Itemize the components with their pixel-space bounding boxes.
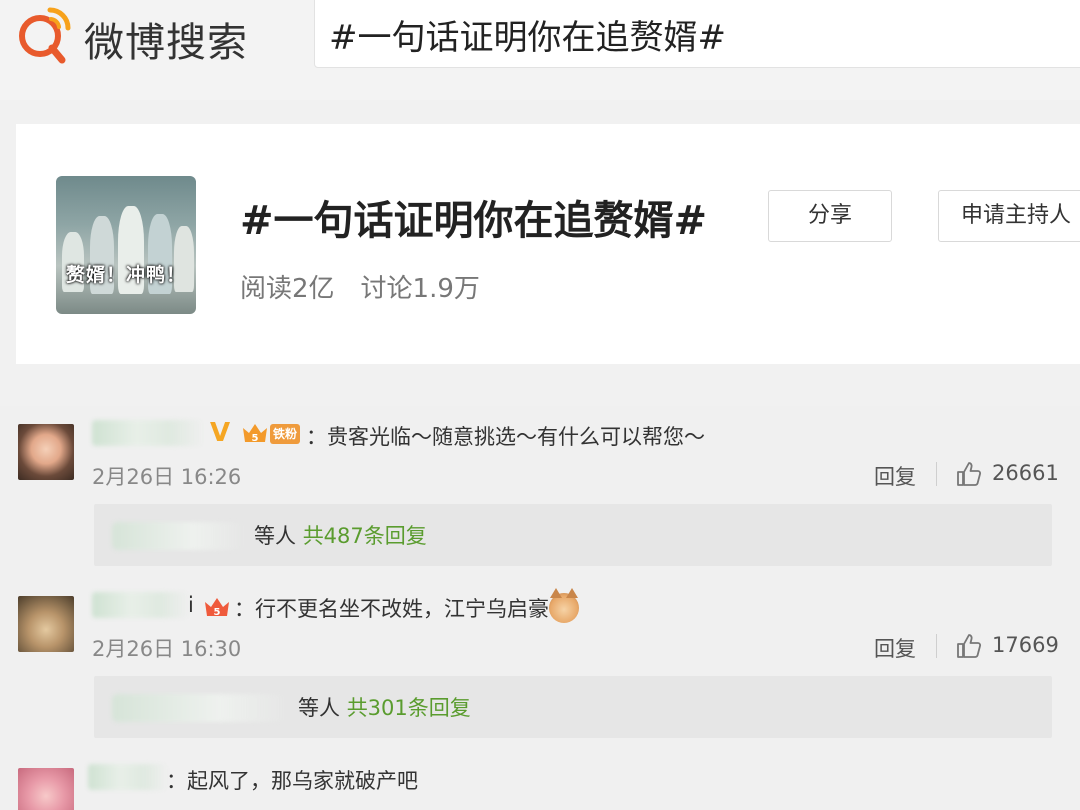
- discussion-count: 讨论1.9万: [360, 274, 480, 304]
- svg-text:5: 5: [252, 433, 259, 444]
- cat-emoji-icon: [549, 588, 579, 623]
- username-suffix: i: [188, 593, 194, 617]
- reply-users-blurred: [112, 694, 290, 722]
- topic-thumbnail[interactable]: 赘婿！冲鸭！: [56, 176, 196, 314]
- comment-text: ：行不更名坐不改姓，江宁乌启豪: [234, 588, 579, 623]
- share-button[interactable]: 分享: [768, 190, 892, 242]
- search-header: 微博搜索: [0, 0, 1080, 100]
- verified-v-icon: V: [210, 418, 231, 448]
- read-count: 阅读2亿: [240, 274, 335, 304]
- reply-summary-box[interactable]: 等人 共487条回复: [94, 504, 1052, 566]
- thumbs-up-icon[interactable]: [956, 633, 982, 659]
- divider: [936, 462, 937, 486]
- thumbs-up-icon[interactable]: [956, 461, 982, 487]
- reply-button[interactable]: 回复: [874, 633, 916, 663]
- comment-body: 贵客光临～随意挑选～有什么可以帮您～: [327, 425, 705, 449]
- comment-colon: ：: [234, 597, 255, 621]
- reply-button[interactable]: 回复: [874, 461, 916, 491]
- reply-summary-box[interactable]: 等人 共301条回复: [94, 676, 1052, 738]
- comment-time: 2月26日 16:30: [92, 637, 242, 661]
- reply-prefix: 等人: [298, 696, 340, 720]
- svg-text:5: 5: [214, 607, 221, 618]
- like-count: 17669: [992, 633, 1059, 657]
- topic-title: #一句话证明你在追赘婿#: [240, 198, 708, 244]
- search-input[interactable]: [329, 11, 1069, 57]
- comment-body: 行不更名坐不改姓，江宁乌启豪: [255, 597, 549, 621]
- comment-body: 起风了，那乌家就破产吧: [187, 769, 418, 793]
- avatar[interactable]: [18, 424, 74, 480]
- topic-stats: 阅读2亿 讨论1.9万: [240, 268, 506, 305]
- member-crown-icon: 5: [205, 598, 229, 618]
- page: 微博搜索 赘婿！冲鸭！ #一句话证明你在追赘婿# 阅读2亿讨论1.9万 分享 申…: [0, 0, 1080, 810]
- thumb-caption: 赘婿！冲鸭！: [65, 264, 186, 286]
- reply-summary: 等人 共301条回复: [298, 692, 471, 722]
- topic-card: 赘婿！冲鸭！ #一句话证明你在追赘婿# 阅读2亿 讨论1.9万 分享 申请主持人: [16, 124, 1080, 364]
- apply-host-button[interactable]: 申请主持人: [938, 190, 1080, 242]
- username-blurred[interactable]: [92, 420, 204, 446]
- comment-time: 2月26日 16:26: [92, 465, 242, 489]
- comment-list: V 5 铁粉 ：贵客光临～随意挑选～有什么可以帮您～ 2月26日 16:26 回…: [0, 406, 1080, 810]
- reply-summary: 等人 共487条回复: [254, 520, 427, 550]
- comment-text: ：贵客光临～随意挑选～有什么可以帮您～: [306, 421, 705, 451]
- fan-badge: 铁粉: [270, 424, 301, 444]
- avatar[interactable]: [18, 596, 74, 652]
- member-crown-icon: 5: [243, 424, 267, 444]
- reply-total-link[interactable]: 共301条回复: [347, 696, 471, 720]
- comment-colon: ：: [166, 769, 187, 793]
- reply-prefix: 等人: [254, 524, 296, 548]
- like-count: 26661: [992, 461, 1059, 485]
- weibo-search-logo-icon[interactable]: [14, 4, 76, 66]
- avatar[interactable]: [18, 768, 74, 810]
- reply-total-link[interactable]: 共487条回复: [303, 524, 427, 548]
- search-box[interactable]: [314, 0, 1080, 68]
- username-blurred[interactable]: [92, 592, 190, 618]
- divider: [936, 634, 937, 658]
- comment-colon: ：: [306, 425, 327, 449]
- reply-users-blurred: [112, 522, 246, 550]
- comment-text: ：起风了，那乌家就破产吧: [166, 765, 418, 795]
- username-blurred[interactable]: [88, 764, 168, 790]
- brand-title[interactable]: 微博搜索: [84, 10, 248, 68]
